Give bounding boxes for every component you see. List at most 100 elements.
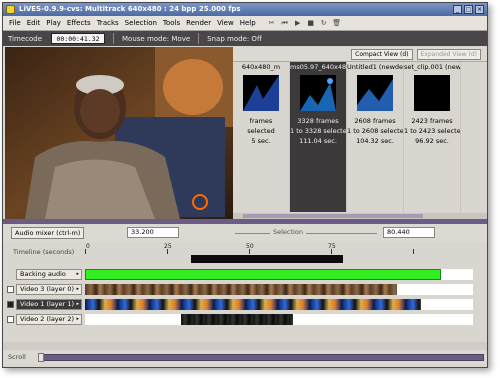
compact-view-button[interactable]: Compact View (d) (351, 48, 413, 60)
stop-icon[interactable]: ■ (306, 18, 316, 28)
track-label[interactable]: Video 2 (layer 2) ▸ (16, 314, 82, 325)
track-area-footer (3, 342, 487, 350)
track-label[interactable]: Backing audio ▸ (16, 269, 82, 280)
divider (113, 33, 114, 44)
menu-edit[interactable]: Edit (24, 16, 44, 31)
clip-length: 5 sec. (251, 137, 271, 145)
track-label[interactable]: Video 1 (layer 1) ▸ (16, 299, 82, 310)
selection-label: Selection (270, 228, 306, 236)
clip-view-bar: Compact View (d) Expanded View (d) (233, 47, 487, 62)
expand-arrow-icon[interactable]: ▸ (76, 270, 79, 279)
menu-selection[interactable]: Selection (122, 16, 160, 31)
expanded-view-button[interactable]: Expanded View (d) (416, 48, 481, 60)
audio-mixer-button[interactable]: Audio mixer (ctrl-m) (11, 227, 85, 239)
menu-tracks[interactable]: Tracks (94, 16, 122, 31)
timecode-field[interactable]: 00:00:41.32 (51, 33, 105, 44)
divider (198, 33, 200, 44)
clip-item[interactable]: set_clip.001 (new 2423 frames 1 to 2423 … (404, 62, 461, 212)
menu-play[interactable]: Play (43, 16, 64, 31)
scroll-row: Scroll (3, 350, 487, 364)
clip-length: 111.04 sec. (299, 137, 337, 145)
track-lane[interactable] (85, 314, 473, 325)
window-buttons: _ □ × (453, 5, 484, 14)
play-icon[interactable]: ▶ (293, 18, 303, 28)
video-block[interactable] (85, 299, 421, 310)
rewind-icon[interactable]: ⏮ (280, 18, 290, 28)
clip-selected: 1 to 2423 selected (404, 127, 461, 135)
track-lane[interactable] (85, 269, 473, 280)
clip-panel: Compact View (d) Expanded View (d) 640x4… (233, 47, 487, 219)
clip-thumbnail (414, 75, 450, 111)
track-row-video: Video 2 (layer 2) ▸ (3, 313, 487, 326)
tick-label: 25 (164, 243, 172, 250)
menu-bar: File Edit Play Effects Tracks Selection … (3, 16, 487, 31)
app-window: LiVES-0.9.9-cvs: Multitrack 640x480 : 24… (2, 2, 488, 368)
menu-tools[interactable]: Tools (160, 16, 183, 31)
clip-name: set_clip.001 (new (404, 63, 461, 71)
selection-end-field[interactable]: 80.440 (383, 227, 435, 238)
menu-file[interactable]: File (6, 16, 24, 31)
selection-range-bar[interactable] (191, 255, 343, 263)
track-row-audio: Backing audio ▸ (3, 268, 487, 281)
clip-scroll-thumb[interactable] (243, 214, 423, 218)
clip-frames: 2608 frames (354, 117, 396, 125)
track-checkbox[interactable] (7, 316, 14, 323)
video-block[interactable] (85, 284, 397, 295)
toolbar: ✂ ⏮ ▶ ■ ↻ 🗑 (267, 18, 342, 28)
timeline-label: Timeline (seconds) (13, 248, 75, 256)
minimize-icon[interactable]: _ (453, 5, 462, 14)
clip-frames: 2423 frames (411, 117, 453, 125)
ruler[interactable]: 0 25 50 75 (85, 243, 473, 254)
clip-length: 104.32 sec. (356, 137, 394, 145)
audio-block[interactable] (85, 269, 441, 280)
timecode-bar: Timecode 00:00:41.32 Mouse mode: Move Sn… (3, 31, 487, 46)
clip-thumbnail (357, 75, 393, 111)
tick-label: 0 (86, 243, 90, 250)
mouse-mode-label: Mouse mode: Move (122, 34, 191, 43)
clip-selected: selected (247, 127, 275, 135)
track-checkbox[interactable] (7, 301, 14, 308)
track-label[interactable]: Video 3 (layer 0) ▸ (16, 284, 82, 295)
video-preview (5, 47, 233, 219)
clip-selected: 1 to 3328 selected (290, 127, 347, 135)
track-lane[interactable] (85, 284, 473, 295)
expand-arrow-icon[interactable]: ▸ (76, 285, 79, 294)
menu-render[interactable]: Render (183, 16, 214, 31)
scroll-handle[interactable] (38, 353, 44, 362)
clip-length: 96.92 sec. (415, 137, 449, 145)
clip-item[interactable]: Untitled1 (newdem 2608 frames 1 to 2608 … (347, 62, 404, 212)
selection-slider[interactable]: Selection (235, 228, 377, 238)
menu-view[interactable]: View (214, 16, 237, 31)
menu-effects[interactable]: Effects (64, 16, 94, 31)
clip-frames: frames (249, 117, 273, 125)
selection-controls: Audio mixer (ctrl-m) 33.200 Selection 80… (3, 224, 487, 242)
timeline-ruler: Timeline (seconds) 0 25 50 75 (3, 242, 487, 266)
window-title: LiVES-0.9.9-cvs: Multitrack 640x480 : 24… (19, 5, 241, 13)
loop-icon[interactable]: ↻ (319, 18, 329, 28)
title-bar: LiVES-0.9.9-cvs: Multitrack 640x480 : 24… (3, 3, 487, 16)
tick-label: 50 (246, 243, 254, 250)
close-icon[interactable]: × (475, 5, 484, 14)
app-icon (6, 5, 15, 14)
track-row-video: Video 1 (layer 1) ▸ (3, 298, 487, 311)
track-checkbox[interactable] (7, 286, 14, 293)
tick-label: 75 (328, 243, 336, 250)
scissors-icon[interactable]: ✂ (267, 18, 277, 28)
clip-name: ms05.97_640x480_ms (290, 63, 347, 71)
clip-thumbnail (243, 75, 279, 111)
expand-arrow-icon[interactable]: ▸ (76, 315, 79, 324)
maximize-icon[interactable]: □ (464, 5, 473, 14)
clip-item[interactable]: ms05.97_640x480_ms 3328 frames 1 to 3328… (290, 62, 347, 212)
selection-start-field[interactable]: 33.200 (127, 227, 179, 238)
clip-item[interactable]: 640x480_m frames selected 5 sec. (233, 62, 290, 212)
expand-arrow-icon[interactable]: ▸ (76, 300, 79, 309)
track-lane[interactable] (85, 299, 473, 310)
timeline-scrollbar[interactable] (38, 354, 484, 361)
video-block[interactable] (181, 314, 293, 325)
trash-icon[interactable]: 🗑 (332, 18, 342, 28)
snap-mode-label: Snap mode: Off (207, 34, 262, 43)
scroll-label: Scroll (8, 353, 26, 361)
clip-name: 640x480_m (241, 63, 281, 71)
menu-help[interactable]: Help (237, 16, 259, 31)
clip-selected: 1 to 2608 selected (347, 127, 404, 135)
